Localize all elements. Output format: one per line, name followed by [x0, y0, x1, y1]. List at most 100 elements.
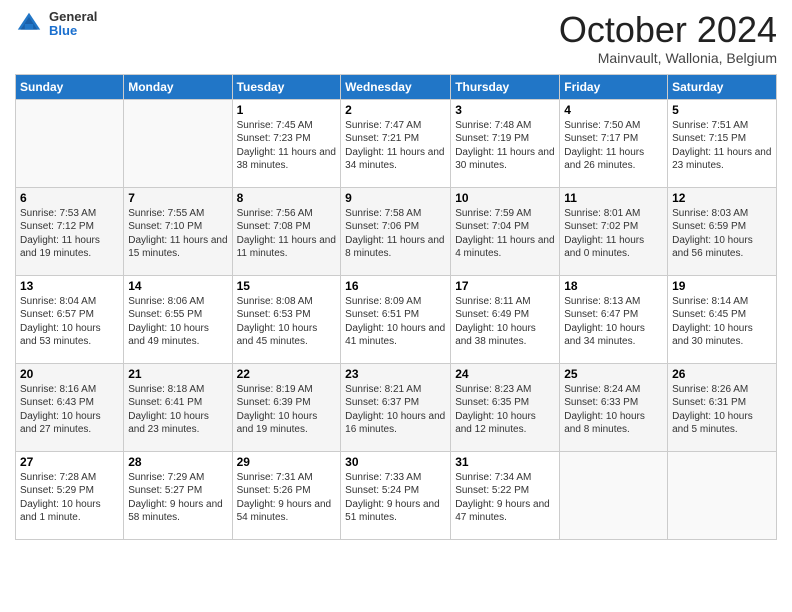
title-block: October 2024 Mainvault, Wallonia, Belgiu… — [559, 10, 777, 66]
day-info: Sunrise: 7:51 AM Sunset: 7:15 PM Dayligh… — [672, 119, 772, 173]
day-info: Sunrise: 7:33 AM Sunset: 5:24 PM Dayligh… — [345, 471, 446, 525]
calendar-cell: 14 Sunrise: 8:06 AM Sunset: 6:55 PM Dayli… — [124, 275, 232, 363]
calendar-cell: 11 Sunrise: 8:01 AM Sunset: 7:02 PM Dayli… — [560, 187, 668, 275]
calendar-table: Sunday Monday Tuesday Wednesday Thursday… — [15, 74, 777, 540]
calendar-cell: 1Sunrise: 7:45 AM Sunset: 7:23 PM Daylig… — [232, 99, 341, 187]
day-info: Sunrise: 7:48 AM Sunset: 7:19 PM Dayligh… — [455, 119, 555, 173]
calendar-cell: 6Sunrise: 7:53 AM Sunset: 7:12 PM Daylig… — [16, 187, 124, 275]
day-info: Sunrise: 8:03 AM Sunset: 6:59 PM Dayligh… — [672, 207, 772, 261]
calendar-cell: 17 Sunrise: 8:11 AM Sunset: 6:49 PM Dayli… — [451, 275, 560, 363]
calendar-cell: 16 Sunrise: 8:09 AM Sunset: 6:51 PM Dayli… — [341, 275, 451, 363]
day-info: Sunrise: 8:26 AM Sunset: 6:31 PM Dayligh… — [672, 383, 772, 437]
col-monday: Monday — [124, 74, 232, 99]
col-wednesday: Wednesday — [341, 74, 451, 99]
calendar-cell: 13 Sunrise: 8:04 AM Sunset: 6:57 PM Dayli… — [16, 275, 124, 363]
col-thursday: Thursday — [451, 74, 560, 99]
day-number: 19 — [672, 279, 772, 293]
header: General Blue October 2024 Mainvault, Wal… — [15, 10, 777, 66]
calendar-cell: 3Sunrise: 7:48 AM Sunset: 7:19 PM Daylig… — [451, 99, 560, 187]
day-number: 13 — [20, 279, 119, 293]
calendar-cell: 27Sunrise: 7:28 AM Sunset: 5:29 PM Dayli… — [16, 451, 124, 539]
day-info: Sunrise: 8:24 AM Sunset: 6:33 PM Dayligh… — [564, 383, 663, 437]
day-info: Sunrise: 8:23 AM Sunset: 6:35 PM Dayligh… — [455, 383, 555, 437]
day-number: 31 — [455, 455, 555, 469]
col-tuesday: Tuesday — [232, 74, 341, 99]
col-friday: Friday — [560, 74, 668, 99]
day-number: 5 — [672, 103, 772, 117]
day-number: 16 — [345, 279, 446, 293]
day-info: Sunrise: 7:47 AM Sunset: 7:21 PM Dayligh… — [345, 119, 446, 173]
calendar-cell — [668, 451, 777, 539]
day-info: Sunrise: 8:14 AM Sunset: 6:45 PM Dayligh… — [672, 295, 772, 349]
day-info: Sunrise: 8:11 AM Sunset: 6:49 PM Dayligh… — [455, 295, 555, 349]
calendar-cell: 22 Sunrise: 8:19 AM Sunset: 6:39 PM Dayli… — [232, 363, 341, 451]
day-info: Sunrise: 7:53 AM Sunset: 7:12 PM Dayligh… — [20, 207, 119, 261]
day-number: 14 — [128, 279, 227, 293]
day-number: 8 — [237, 191, 337, 205]
day-number: 25 — [564, 367, 663, 381]
calendar-cell: 23Sunrise: 8:21 AM Sunset: 6:37 PM Dayli… — [341, 363, 451, 451]
calendar-cell: 19 Sunrise: 8:14 AM Sunset: 6:45 PM Dayli… — [668, 275, 777, 363]
day-number: 20 — [20, 367, 119, 381]
day-info: Sunrise: 8:04 AM Sunset: 6:57 PM Dayligh… — [20, 295, 119, 349]
day-info: Sunrise: 8:09 AM Sunset: 6:51 PM Dayligh… — [345, 295, 446, 349]
logo-general: General — [49, 10, 97, 24]
day-number: 11 — [564, 191, 663, 205]
calendar-cell: 7Sunrise: 7:55 AM Sunset: 7:10 PM Daylig… — [124, 187, 232, 275]
day-info: Sunrise: 8:21 AM Sunset: 6:37 PM Dayligh… — [345, 383, 446, 437]
calendar-cell: 26Sunrise: 8:26 AM Sunset: 6:31 PM Dayli… — [668, 363, 777, 451]
day-number: 24 — [455, 367, 555, 381]
calendar-cell: 21 Sunrise: 8:18 AM Sunset: 6:41 PM Dayli… — [124, 363, 232, 451]
day-number: 22 — [237, 367, 337, 381]
calendar-cell: 30 Sunrise: 7:33 AM Sunset: 5:24 PM Dayli… — [341, 451, 451, 539]
week-row-3: 20Sunrise: 8:16 AM Sunset: 6:43 PM Dayli… — [16, 363, 777, 451]
day-info: Sunrise: 7:58 AM Sunset: 7:06 PM Dayligh… — [345, 207, 446, 261]
calendar-cell: 18Sunrise: 8:13 AM Sunset: 6:47 PM Dayli… — [560, 275, 668, 363]
week-row-1: 6Sunrise: 7:53 AM Sunset: 7:12 PM Daylig… — [16, 187, 777, 275]
day-info: Sunrise: 8:08 AM Sunset: 6:53 PM Dayligh… — [237, 295, 337, 349]
week-row-4: 27Sunrise: 7:28 AM Sunset: 5:29 PM Dayli… — [16, 451, 777, 539]
calendar-cell: 25 Sunrise: 8:24 AM Sunset: 6:33 PM Dayli… — [560, 363, 668, 451]
calendar-cell: 31 Sunrise: 7:34 AM Sunset: 5:22 PM Dayli… — [451, 451, 560, 539]
day-number: 30 — [345, 455, 446, 469]
day-info: Sunrise: 8:13 AM Sunset: 6:47 PM Dayligh… — [564, 295, 663, 349]
calendar-cell — [16, 99, 124, 187]
col-saturday: Saturday — [668, 74, 777, 99]
calendar-cell: 5 Sunrise: 7:51 AM Sunset: 7:15 PM Daylig… — [668, 99, 777, 187]
day-info: Sunrise: 8:19 AM Sunset: 6:39 PM Dayligh… — [237, 383, 337, 437]
day-number: 12 — [672, 191, 772, 205]
day-info: Sunrise: 7:59 AM Sunset: 7:04 PM Dayligh… — [455, 207, 555, 261]
calendar-cell: 10 Sunrise: 7:59 AM Sunset: 7:04 PM Dayli… — [451, 187, 560, 275]
day-info: Sunrise: 7:29 AM Sunset: 5:27 PM Dayligh… — [128, 471, 227, 525]
calendar-cell: 28Sunrise: 7:29 AM Sunset: 5:27 PM Dayli… — [124, 451, 232, 539]
day-number: 10 — [455, 191, 555, 205]
logo-icon — [15, 10, 43, 38]
calendar-cell: 12 Sunrise: 8:03 AM Sunset: 6:59 PM Dayli… — [668, 187, 777, 275]
logo-blue: Blue — [49, 24, 97, 38]
calendar-header-row: Sunday Monday Tuesday Wednesday Thursday… — [16, 74, 777, 99]
logo: General Blue — [15, 10, 97, 39]
calendar-cell: 4Sunrise: 7:50 AM Sunset: 7:17 PM Daylig… — [560, 99, 668, 187]
location-title: Mainvault, Wallonia, Belgium — [559, 50, 777, 66]
calendar-cell: 29Sunrise: 7:31 AM Sunset: 5:26 PM Dayli… — [232, 451, 341, 539]
day-info: Sunrise: 7:55 AM Sunset: 7:10 PM Dayligh… — [128, 207, 227, 261]
day-info: Sunrise: 7:45 AM Sunset: 7:23 PM Dayligh… — [237, 119, 337, 173]
day-number: 9 — [345, 191, 446, 205]
day-number: 2 — [345, 103, 446, 117]
calendar-cell: 2 Sunrise: 7:47 AM Sunset: 7:21 PM Daylig… — [341, 99, 451, 187]
calendar-cell: 8 Sunrise: 7:56 AM Sunset: 7:08 PM Daylig… — [232, 187, 341, 275]
week-row-0: 1Sunrise: 7:45 AM Sunset: 7:23 PM Daylig… — [16, 99, 777, 187]
day-info: Sunrise: 7:56 AM Sunset: 7:08 PM Dayligh… — [237, 207, 337, 261]
calendar-cell: 20Sunrise: 8:16 AM Sunset: 6:43 PM Dayli… — [16, 363, 124, 451]
day-number: 17 — [455, 279, 555, 293]
day-info: Sunrise: 8:18 AM Sunset: 6:41 PM Dayligh… — [128, 383, 227, 437]
month-title: October 2024 — [559, 10, 777, 50]
day-info: Sunrise: 8:06 AM Sunset: 6:55 PM Dayligh… — [128, 295, 227, 349]
day-number: 29 — [237, 455, 337, 469]
day-number: 21 — [128, 367, 227, 381]
day-info: Sunrise: 8:01 AM Sunset: 7:02 PM Dayligh… — [564, 207, 663, 261]
calendar-cell — [124, 99, 232, 187]
day-info: Sunrise: 7:34 AM Sunset: 5:22 PM Dayligh… — [455, 471, 555, 525]
day-info: Sunrise: 7:50 AM Sunset: 7:17 PM Dayligh… — [564, 119, 663, 173]
calendar-cell: 9 Sunrise: 7:58 AM Sunset: 7:06 PM Daylig… — [341, 187, 451, 275]
